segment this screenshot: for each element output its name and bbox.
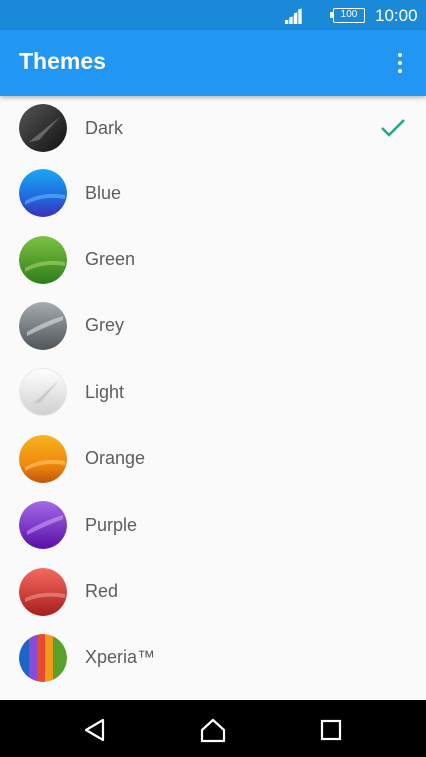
theme-label: Light	[85, 381, 125, 402]
home-icon[interactable]	[200, 717, 226, 743]
theme-label: Purple	[85, 514, 138, 535]
green-theme-swatch-icon	[19, 235, 67, 284]
overflow-dot	[398, 69, 402, 73]
overflow-dot	[398, 53, 402, 57]
theme-item-purple[interactable]: Purple	[0, 492, 426, 558]
light-theme-swatch-icon	[19, 368, 67, 417]
checkmark-icon	[381, 119, 405, 137]
theme-label: Red	[85, 581, 119, 602]
theme-item-xperia[interactable]: Xperia™	[0, 625, 426, 691]
signal-icon	[284, 7, 302, 24]
status-bar: 100 10:00	[0, 0, 426, 30]
theme-item-light[interactable]: Light	[0, 359, 426, 425]
theme-item-blue[interactable]: Blue	[0, 160, 426, 226]
theme-item-dark[interactable]: Dark	[0, 96, 426, 160]
theme-item-grey[interactable]: Grey	[0, 293, 426, 359]
overflow-menu-button[interactable]	[388, 50, 412, 76]
battery-level: 100	[340, 9, 358, 20]
theme-label: Orange	[85, 448, 146, 469]
overflow-dot	[398, 61, 402, 65]
theme-item-green[interactable]: Green	[0, 226, 426, 292]
navigation-bar	[0, 700, 426, 757]
theme-label: Xperia™	[85, 647, 156, 668]
purple-theme-swatch-icon	[19, 501, 67, 550]
theme-label: Green	[85, 249, 136, 270]
xperia-theme-swatch-icon	[19, 633, 67, 682]
theme-item-red[interactable]: Red	[0, 558, 426, 624]
orange-theme-swatch-icon	[19, 434, 67, 483]
theme-item-orange[interactable]: Orange	[0, 426, 426, 492]
battery-icon: 100	[330, 8, 365, 23]
theme-label: Grey	[85, 315, 125, 336]
status-clock: 10:00	[375, 6, 418, 25]
blue-theme-swatch-icon	[19, 169, 67, 218]
app-bar: Themes	[0, 30, 426, 96]
grey-theme-swatch-icon	[19, 301, 67, 350]
recent-apps-icon[interactable]	[318, 717, 344, 743]
theme-label: Dark	[85, 117, 124, 138]
theme-list: Dark Blue Green Grey Light Orange Purple…	[0, 96, 426, 691]
red-theme-swatch-icon	[19, 567, 67, 616]
dark-theme-swatch-icon	[19, 104, 67, 152]
page-title: Themes	[19, 48, 106, 74]
back-icon[interactable]	[82, 717, 108, 743]
theme-label: Blue	[85, 182, 122, 203]
